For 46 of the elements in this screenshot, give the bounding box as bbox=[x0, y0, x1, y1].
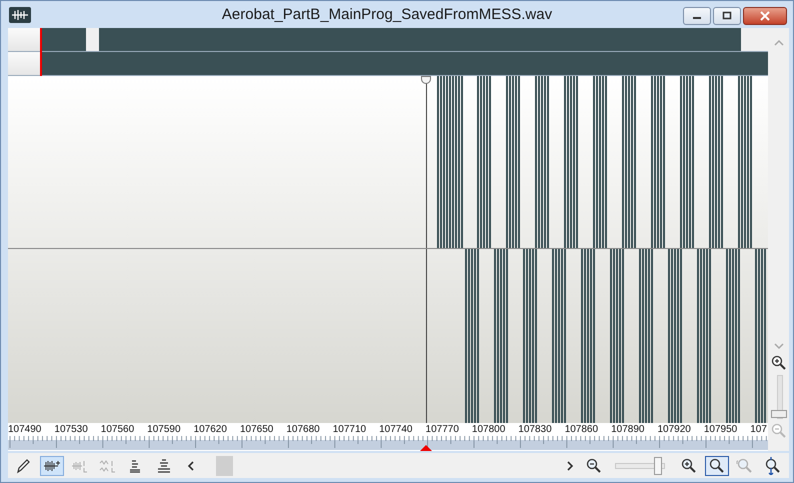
maximize-icon bbox=[722, 11, 732, 21]
scroll-right-icon[interactable] bbox=[565, 460, 575, 472]
close-icon bbox=[760, 11, 770, 21]
levels-alt-icon bbox=[155, 458, 173, 474]
ruler-label: 107920 bbox=[657, 423, 692, 436]
zoom-vertical-icon bbox=[764, 456, 782, 475]
scroll-left-icon[interactable] bbox=[186, 460, 196, 472]
ruler-label: 107560 bbox=[100, 423, 136, 436]
vertical-zoom-slider[interactable] bbox=[770, 375, 786, 420]
wave-tool-button[interactable] bbox=[40, 456, 64, 476]
zoom-fit-icon bbox=[708, 456, 726, 475]
slider-thumb[interactable] bbox=[770, 410, 786, 418]
ruler-label: 107860 bbox=[564, 423, 600, 436]
ruler-label: 107590 bbox=[147, 423, 182, 436]
zoom-fit-button[interactable] bbox=[705, 456, 729, 476]
overview-margin bbox=[8, 28, 41, 52]
maximize-button[interactable] bbox=[713, 7, 741, 25]
zoom-selection-icon bbox=[736, 456, 754, 475]
close-button[interactable] bbox=[743, 7, 787, 25]
ruler-label: 107800 bbox=[472, 423, 506, 436]
zoom-in-icon bbox=[680, 456, 698, 475]
overview-margin bbox=[8, 52, 41, 76]
ruler-label: 107950 bbox=[704, 423, 738, 436]
slider-thumb[interactable] bbox=[654, 456, 662, 475]
ruler-label: 107 bbox=[750, 423, 768, 436]
ruler-label: 107530 bbox=[54, 423, 89, 436]
zoom-in-icon[interactable] bbox=[770, 355, 786, 372]
ruler-label: 107830 bbox=[518, 423, 553, 436]
ruler-label: 107890 bbox=[611, 423, 646, 436]
waveform-icon bbox=[9, 6, 31, 23]
window-title: Aerobat_PartB_MainProg_SavedFromMESS.wav bbox=[220, 6, 554, 24]
ruler-label: 107680 bbox=[286, 423, 321, 436]
ruler-label: 107490 bbox=[8, 423, 42, 436]
scrollbar-thumb[interactable] bbox=[216, 456, 233, 476]
ruler-label: 107710 bbox=[332, 423, 368, 436]
overview-strip[interactable] bbox=[8, 28, 768, 76]
ruler-label: 107740 bbox=[379, 423, 414, 436]
ruler-label: 107650 bbox=[240, 423, 274, 436]
playhead-handle[interactable] bbox=[421, 76, 431, 84]
wave-lr-alt-icon bbox=[99, 458, 117, 474]
ruler-label: 107770 bbox=[426, 423, 460, 436]
minimize-button[interactable] bbox=[683, 7, 711, 25]
zoom-slider[interactable] bbox=[615, 456, 665, 475]
zoom-out-icon[interactable] bbox=[585, 458, 603, 474]
overview-gap bbox=[86, 28, 99, 52]
ruler-label: 107620 bbox=[194, 423, 228, 436]
